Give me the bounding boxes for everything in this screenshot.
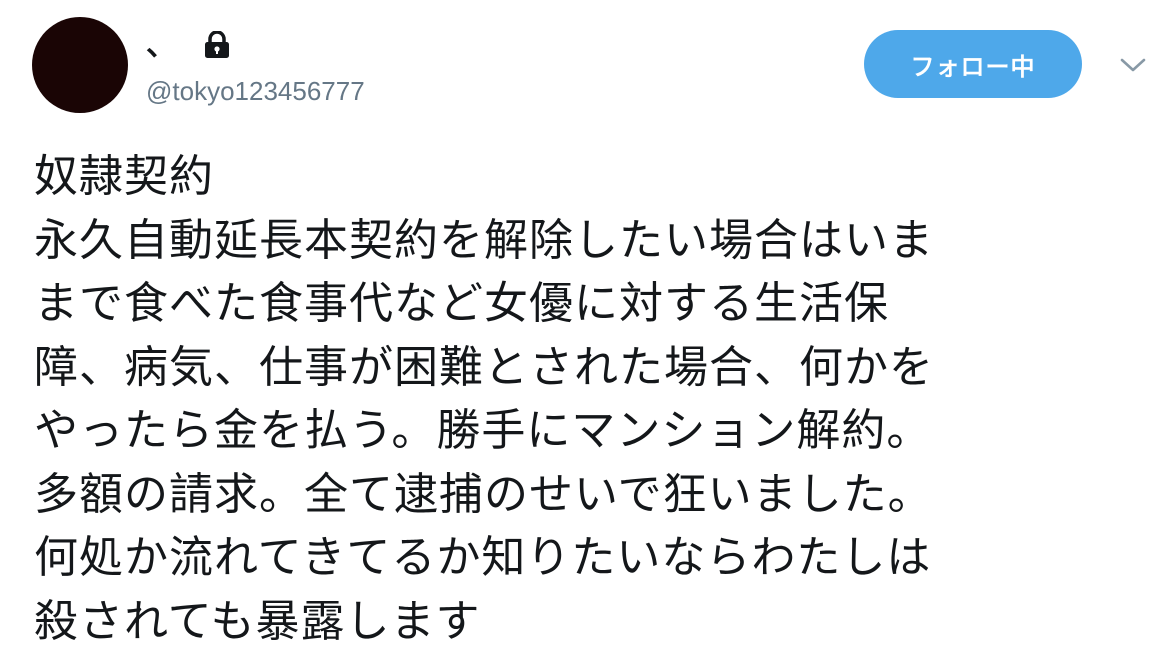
display-name[interactable]: 、	[146, 26, 176, 66]
avatar[interactable]	[32, 17, 128, 113]
tweet-line: 障、病気、仕事が困難とされた場合、何かを	[34, 341, 934, 393]
tweet-line: 多額の請求。全て逮捕のせいで狂いました。	[34, 468, 933, 520]
user-handle[interactable]: @tokyo123456777	[146, 76, 365, 106]
following-button[interactable]: フォロー中	[864, 30, 1082, 98]
tweet-text: 奴隷契約 永久自動延長本契約を解除したい場合はいま まで食べた食事代など女優に対…	[34, 145, 1144, 653]
user-info: 、 @tokyo123456777	[146, 26, 365, 106]
tweet-line: まで食べた食事代など女優に対する生活保	[34, 278, 889, 329]
lock-icon	[202, 30, 232, 63]
tweet-line: やったら金を払う。勝手にマンション解約。	[34, 405, 932, 456]
tweet-line: 殺されても暴露します	[34, 595, 481, 647]
name-row: 、	[146, 26, 365, 66]
tweet-line: 何処か流れてきてるか知りたいならわたしは	[34, 532, 932, 583]
tweet-line: 永久自動延長本契約を解除したい場合はいま	[34, 214, 934, 266]
tweet-line: 奴隷契約	[34, 151, 214, 202]
chevron-down-icon[interactable]	[1118, 52, 1148, 78]
